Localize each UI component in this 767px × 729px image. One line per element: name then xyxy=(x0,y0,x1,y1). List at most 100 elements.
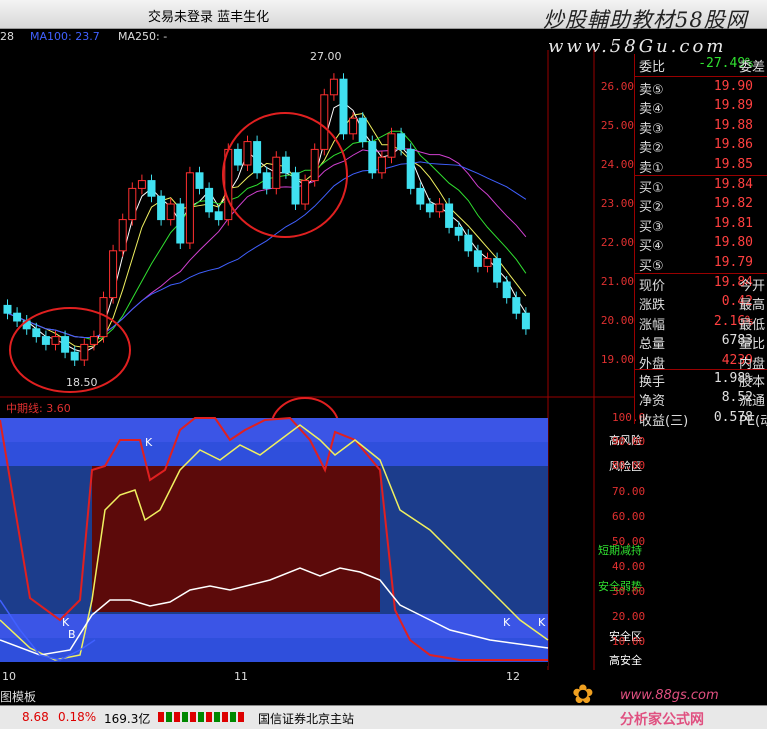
status-bar: 8.68 0.18% 169.3亿 国信证券北京主站 分析家公式网 xyxy=(0,705,767,729)
candle-body xyxy=(483,258,492,267)
candle-body xyxy=(320,94,329,150)
candle-body xyxy=(493,258,502,283)
stats-row: 涨幅 2.16% 最低 xyxy=(635,314,767,333)
buy-row: 买① 19.84 xyxy=(635,177,767,196)
low-marker: 18.50 xyxy=(66,376,98,389)
stats2-right-label: 流通 xyxy=(739,394,766,410)
candle-body xyxy=(301,180,310,205)
candle-body xyxy=(253,141,262,174)
brand-url: www.88gs.com xyxy=(620,688,719,703)
candle-body xyxy=(195,172,204,189)
stats2-row: 换手 1.98% 股本 xyxy=(635,371,767,390)
stats-label: 总量 xyxy=(639,337,666,353)
stats-row: 总量 6783 量比 xyxy=(635,333,767,352)
candle-body xyxy=(13,312,22,322)
candle-body xyxy=(387,133,396,158)
candle-body xyxy=(406,148,415,189)
stats-right-label: 最低 xyxy=(739,317,766,333)
sell-label: 卖③ xyxy=(639,121,664,137)
x-label: 12 xyxy=(506,670,520,683)
sell-row: 卖① 19.85 xyxy=(635,157,767,176)
webi-label: 委比 xyxy=(639,60,666,75)
brand-logo-text: 分析家公式网 xyxy=(620,712,704,728)
candle-body xyxy=(80,343,89,361)
candle-body xyxy=(473,250,482,267)
candle-body xyxy=(435,203,444,213)
k-label: K xyxy=(538,616,546,629)
stats2-row: 净资 8.52 流通 xyxy=(635,390,767,409)
candle-body xyxy=(214,211,223,221)
k-label: K xyxy=(145,436,153,449)
price-tick: 25.00 xyxy=(600,119,634,132)
candle-body xyxy=(454,226,463,236)
candle-body xyxy=(272,156,281,189)
candle-body xyxy=(61,336,70,353)
price-tick: 23.00 xyxy=(600,197,634,210)
stats2-right-label: 股本 xyxy=(739,375,766,390)
stats-label: 涨幅 xyxy=(639,317,666,333)
index-pct: 0.18% xyxy=(58,710,97,724)
buy-label: 买③ xyxy=(639,219,664,235)
candle-body xyxy=(166,203,175,221)
candle-body xyxy=(89,336,98,345)
b-label: B xyxy=(68,628,76,641)
sell-row: 卖⑤ 19.90 xyxy=(635,79,767,98)
candle-body xyxy=(416,187,425,205)
buy-value: 19.84 xyxy=(713,177,753,192)
ind-tick: 30.00 xyxy=(612,585,646,598)
price-tick: 26.00 xyxy=(600,80,634,93)
candle-body xyxy=(185,172,194,244)
candle-body xyxy=(118,219,127,252)
sell-label: 卖⑤ xyxy=(639,83,664,98)
candle-body xyxy=(262,172,271,189)
indicator-panel xyxy=(0,416,549,666)
candle-body xyxy=(51,336,60,345)
candle-body xyxy=(243,141,252,166)
buy-label: 买④ xyxy=(639,239,664,255)
buy-value: 19.82 xyxy=(713,196,753,212)
flower-logo-icon: ✿ xyxy=(572,680,594,710)
weicha-label: 委差 xyxy=(739,60,766,75)
buy-label: 买② xyxy=(639,200,664,216)
candle-body xyxy=(377,156,386,174)
ind-tick: 70.00 xyxy=(612,485,646,498)
candle-body xyxy=(157,195,166,221)
buy-row: 买③ 19.81 xyxy=(635,216,767,235)
broker-site[interactable]: 国信证券北京主站 xyxy=(258,710,354,727)
buy-value: 19.80 xyxy=(713,235,753,251)
candle-body xyxy=(205,187,214,213)
ma-line xyxy=(7,112,527,349)
candle-body xyxy=(41,336,50,345)
x-label: 11 xyxy=(234,670,248,683)
index-price: 8.68 xyxy=(22,710,49,724)
candle-body xyxy=(32,328,41,338)
x-label: 10 xyxy=(2,670,16,683)
candle-body xyxy=(176,203,185,244)
candle-body xyxy=(445,203,454,228)
kline-chart[interactable] xyxy=(0,0,634,690)
buy-label: 买⑤ xyxy=(639,258,664,274)
sell-label: 卖④ xyxy=(639,102,664,118)
ind-tick: 10.00 xyxy=(612,635,646,648)
sell-row: 卖④ 19.89 xyxy=(635,98,767,117)
candle-body xyxy=(310,148,319,182)
template-tab[interactable]: 图模板 xyxy=(0,688,36,705)
candle-body xyxy=(349,117,358,135)
buy-value: 19.81 xyxy=(713,215,753,231)
candle-body xyxy=(233,148,242,166)
indicator-name: 中期线: 3.60 xyxy=(6,402,71,415)
candle-body xyxy=(128,187,137,221)
webi-row: 委比 -27.49% 委差 xyxy=(635,56,767,75)
candle-body xyxy=(521,312,530,330)
stats-row: 涨跌 0.42 最高 xyxy=(635,294,767,313)
candle-body xyxy=(502,281,511,299)
candle-body xyxy=(397,133,406,150)
buy-row: 买② 19.82 xyxy=(635,196,767,215)
sell-label: 卖① xyxy=(639,160,664,176)
ind-tick: 80.00 xyxy=(612,459,646,472)
sell-value: 19.88 xyxy=(713,117,753,133)
ind-tick: 90.00 xyxy=(612,435,646,448)
candle-body xyxy=(3,304,12,314)
stats-right-label: 今开 xyxy=(739,279,766,294)
high-marker: 27.00 xyxy=(310,50,342,63)
